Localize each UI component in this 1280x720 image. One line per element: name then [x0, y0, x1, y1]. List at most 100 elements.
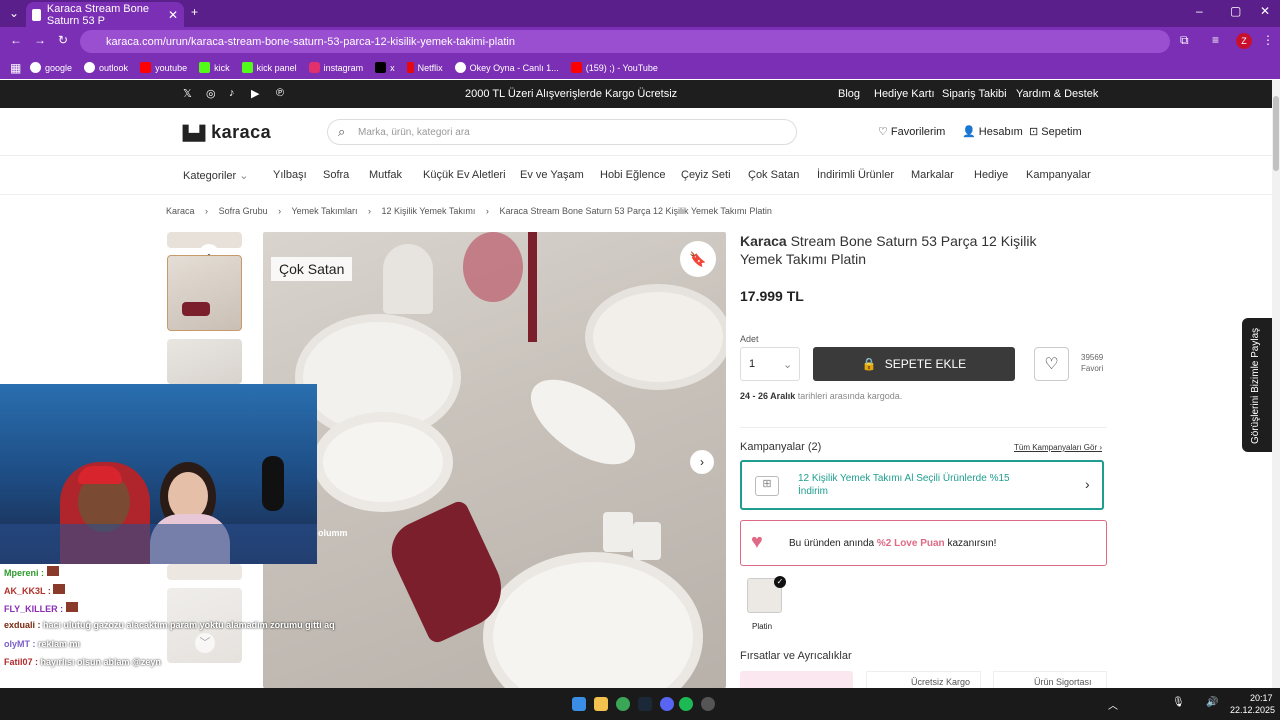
- crumb-sofra[interactable]: Sofra Grubu: [219, 206, 268, 216]
- scrollbar-thumb[interactable]: [1273, 96, 1279, 171]
- tab-search-icon[interactable]: ⌄: [9, 6, 19, 20]
- nav-yilbasi[interactable]: Yılbaşı: [273, 169, 307, 181]
- fav-label: Favori: [1081, 364, 1104, 373]
- fav-count: 39569: [1081, 353, 1104, 362]
- menu-icon[interactable]: ⋮: [1262, 33, 1274, 47]
- bookmark-x[interactable]: x: [375, 62, 395, 73]
- logo-mark-icon: ▙▟: [183, 125, 206, 141]
- nav-small-appliances[interactable]: Küçük Ev Aletleri: [423, 169, 506, 181]
- gallery-thumb-active[interactable]: [167, 255, 242, 331]
- nav-categories[interactable]: Kategoriler ⌄: [183, 169, 248, 182]
- discord-icon[interactable]: [660, 697, 674, 711]
- close-window-icon[interactable]: ✕: [1260, 4, 1270, 18]
- bookmark-youtube-159[interactable]: (159) ;) - YouTube: [570, 62, 658, 73]
- add-to-cart-button[interactable]: 🔒 SEPETE EKLE: [813, 347, 1015, 381]
- bookmark-outlook[interactable]: outlook: [84, 62, 128, 73]
- new-tab-icon[interactable]: +: [191, 5, 198, 19]
- steam-icon[interactable]: [638, 697, 652, 711]
- link-gift-card[interactable]: Hediye Kartı: [874, 88, 935, 100]
- link-help[interactable]: Yardım & Destek: [1016, 88, 1098, 100]
- bookmark-instagram[interactable]: instagram: [308, 62, 363, 73]
- nav-mutfak[interactable]: Mutfak: [369, 169, 402, 181]
- nav-brands[interactable]: Markalar: [911, 169, 954, 181]
- crumb-dinnerware[interactable]: Yemek Takımları: [291, 206, 357, 216]
- gallery-thumb[interactable]: [167, 339, 242, 384]
- nav-gifts[interactable]: Hediye: [974, 169, 1008, 181]
- profile-avatar[interactable]: Z: [1236, 33, 1252, 49]
- favorites-link[interactable]: ♡ Favorilerim: [878, 125, 945, 138]
- chrome-icon[interactable]: [616, 697, 630, 711]
- product-title: Karaca Stream Bone Saturn 53 Parça 12 Ki…: [740, 233, 1037, 267]
- quantity-select[interactable]: 1 ⌄: [740, 347, 800, 381]
- url-text: karaca.com/urun/karaca-stream-bone-satur…: [106, 35, 515, 48]
- apps-icon[interactable]: ▦: [10, 61, 21, 75]
- pinterest-icon[interactable]: ℗: [276, 87, 284, 99]
- bookmark-netflix[interactable]: Netflix: [406, 62, 443, 73]
- mic-icon[interactable]: 🎙: [1172, 697, 1185, 708]
- nav-hobby[interactable]: Hobi Eğlence: [600, 169, 665, 181]
- windows-taskbar: ︿ 🎙 🔊 20:17 22.12.2025: [0, 688, 1280, 720]
- product-price: 17.999 TL: [740, 288, 804, 304]
- karaca-logo[interactable]: ▙▟ karaca: [183, 122, 271, 143]
- tray-chevron-icon[interactable]: ︿: [1108, 697, 1118, 712]
- crumb-home[interactable]: Karaca: [166, 206, 195, 216]
- app-icon[interactable]: [701, 697, 715, 711]
- reload-icon[interactable]: ↻: [58, 33, 68, 47]
- feedback-tab[interactable]: Görüşlerini Bizimle Paylaş: [1242, 318, 1272, 452]
- clock-time[interactable]: 20:17: [1250, 693, 1273, 703]
- address-bar: ← → ↻ karaca.com/urun/karaca-stream-bone…: [0, 27, 1280, 56]
- start-icon[interactable]: [572, 697, 586, 711]
- bookmark-youtube[interactable]: youtube: [140, 62, 187, 73]
- opportunities-title: Fırsatlar ve Ayrıcalıklar: [740, 650, 852, 662]
- spotify-icon[interactable]: [679, 697, 693, 711]
- cart-link[interactable]: ⊡ Sepetim: [1029, 125, 1082, 138]
- bookmark-google[interactable]: google: [30, 62, 72, 73]
- minimize-icon[interactable]: –: [1196, 4, 1203, 18]
- delivery-info: 24 - 26 Aralık tarihleri arasında kargod…: [740, 391, 903, 401]
- crumb-product: Karaca Stream Bone Saturn 53 Parça 12 Ki…: [499, 206, 772, 216]
- bookmarks-bar: ▦ google outlook youtube kick kick panel…: [0, 56, 1280, 79]
- nav-home-living[interactable]: Ev ve Yaşam: [520, 169, 584, 181]
- all-campaigns-link[interactable]: Tüm Kampanyaları Gör ›: [1014, 443, 1102, 452]
- instagram-icon[interactable]: ◎: [206, 87, 216, 100]
- insurance-card[interactable]: Ürün Sigortası: [993, 671, 1107, 688]
- qty-value: 1: [749, 358, 756, 370]
- world-day-card[interactable]: [740, 671, 853, 688]
- campaign-card[interactable]: ⊞ 12 Kişilik Yemek Takımı Al Seçili Ürün…: [740, 460, 1104, 510]
- site-header: ▙▟ karaca ⌕ Marka, ürün, kategori ara ♡ …: [0, 108, 1272, 156]
- scrollbar[interactable]: [1272, 80, 1280, 688]
- link-blog[interactable]: Blog: [838, 88, 860, 100]
- next-image-arrow-icon[interactable]: ›: [690, 450, 714, 474]
- crumb-12-person[interactable]: 12 Kişilik Yemek Takımı: [382, 206, 476, 216]
- tiktok-icon[interactable]: ♪: [229, 87, 235, 99]
- free-shipping-card[interactable]: Ücretsiz Kargo: [866, 671, 981, 688]
- forward-icon[interactable]: →: [34, 33, 46, 47]
- url-input[interactable]: karaca.com/urun/karaca-stream-bone-satur…: [80, 30, 1170, 53]
- file-explorer-icon[interactable]: [594, 697, 608, 711]
- chevron-down-icon: ⌄: [783, 359, 793, 371]
- nav-ceyiz[interactable]: Çeyiz Seti: [681, 169, 731, 181]
- nav-sofra[interactable]: Sofra: [323, 169, 349, 181]
- bookmark-okey[interactable]: Okey Oyna - Canlı 1...: [454, 62, 559, 73]
- back-icon[interactable]: ←: [10, 33, 22, 47]
- extensions-icon[interactable]: ⧉: [1180, 33, 1189, 48]
- nav-campaigns[interactable]: Kampanyalar: [1026, 169, 1091, 181]
- link-order-tracking[interactable]: Sipariş Takibi: [942, 88, 1007, 100]
- clock-date[interactable]: 22.12.2025: [1230, 705, 1275, 715]
- browser-tab[interactable]: Karaca Stream Bone Saturn 53 P ✕: [26, 2, 184, 27]
- maximize-icon[interactable]: ▢: [1230, 4, 1241, 18]
- nav-discounts[interactable]: İndirimli Ürünler: [817, 169, 894, 181]
- bookmark-kick-panel[interactable]: kick panel: [241, 62, 297, 73]
- youtube-icon[interactable]: ▶: [251, 87, 259, 100]
- volume-icon[interactable]: 🔊: [1206, 697, 1218, 708]
- nav-best-sellers[interactable]: Çok Satan: [748, 169, 799, 181]
- favorite-button[interactable]: ♡: [1034, 347, 1069, 381]
- search-input[interactable]: ⌕ Marka, ürün, kategori ara: [327, 119, 797, 145]
- close-tab-icon[interactable]: ✕: [168, 8, 178, 22]
- x-social-icon[interactable]: 𝕏: [183, 87, 192, 100]
- bookmark-kick[interactable]: kick: [199, 62, 230, 73]
- media-icon[interactable]: ≡: [1212, 33, 1219, 47]
- account-link[interactable]: 👤 Hesabım: [962, 125, 1023, 138]
- variant-label: Platin: [752, 622, 773, 631]
- bookmark-icon[interactable]: 🔖: [680, 241, 716, 277]
